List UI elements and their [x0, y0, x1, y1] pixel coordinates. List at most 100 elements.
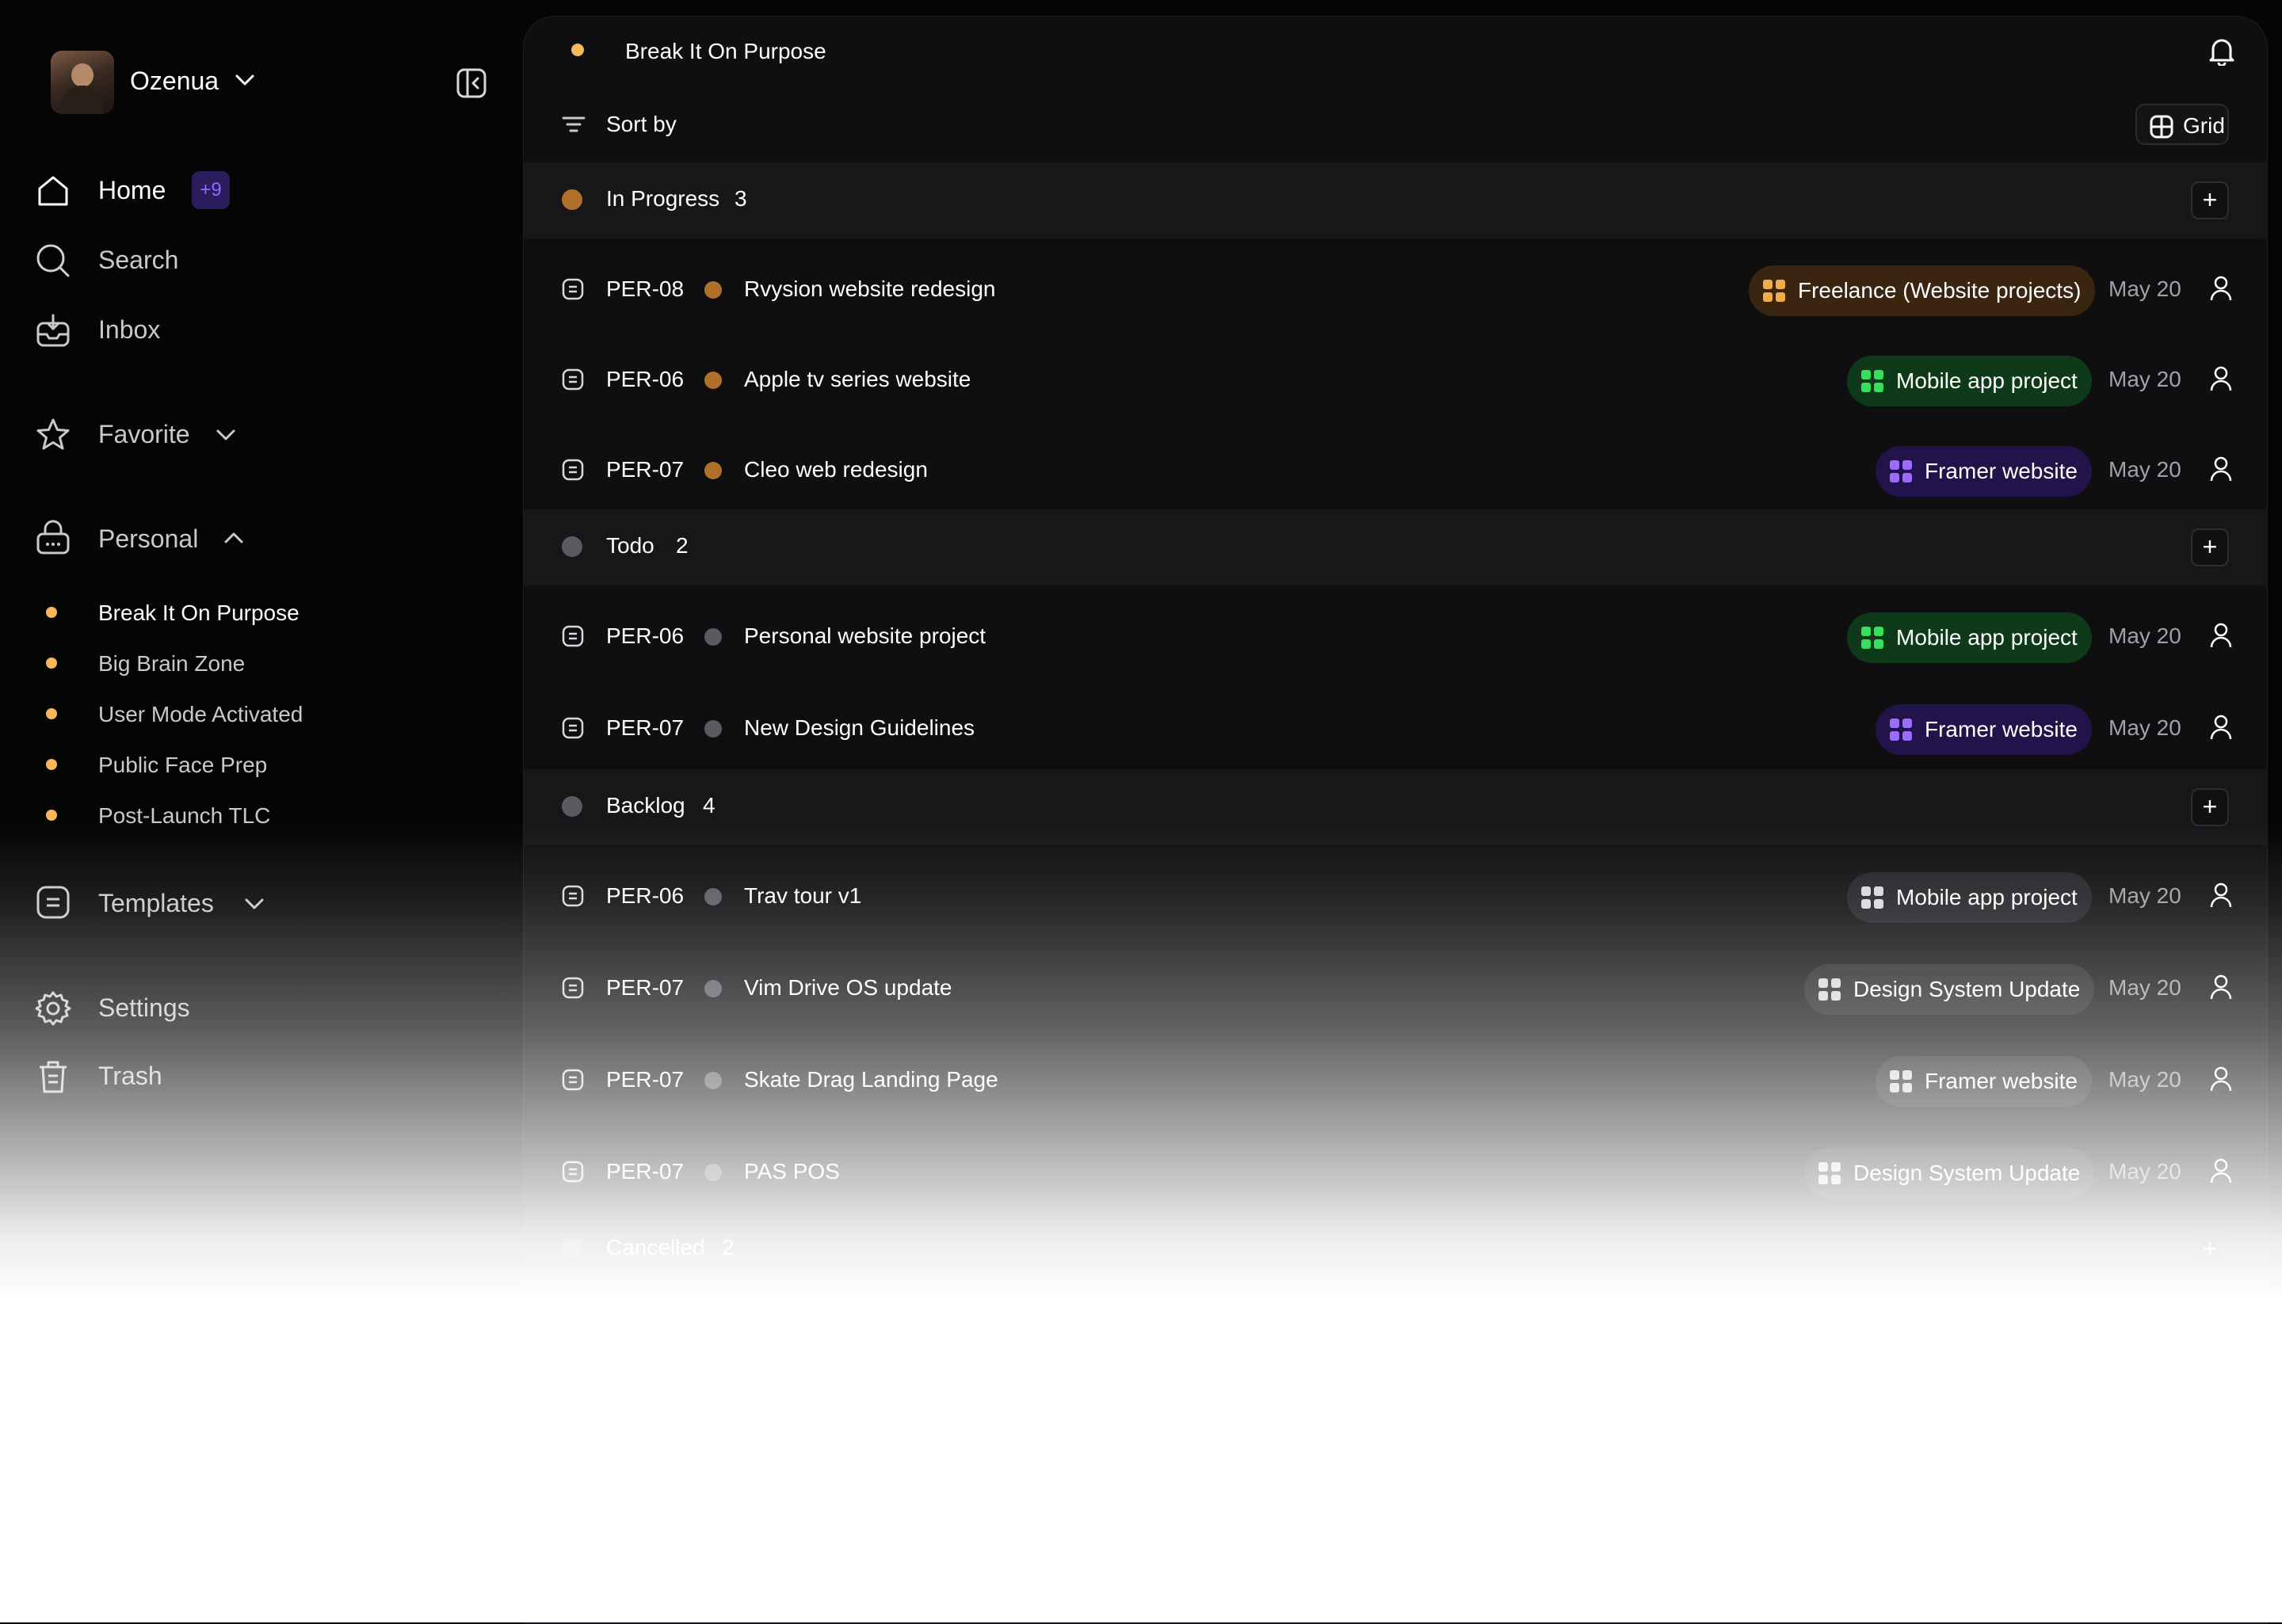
backlog-status-icon[interactable] [704, 888, 722, 905]
sidebar-item-label: Trash [98, 1062, 162, 1090]
main-panel: Break It On Purpose Sort by Grid In Prog… [523, 16, 2268, 1624]
table-row[interactable]: PER-06 Personal website project Mobile a… [524, 593, 2267, 680]
project-tag-label: Freelance (Website projects) [1798, 278, 2082, 303]
user-icon[interactable] [2210, 365, 2232, 392]
project-tag[interactable]: Framer website [1876, 446, 2092, 497]
sidebar-item-label: Search [98, 246, 179, 274]
issue-icon [562, 368, 584, 391]
project-dot-icon [46, 658, 57, 669]
add-issue-button[interactable]: + [2191, 181, 2229, 219]
issue-title: Vim Drive OS update [744, 975, 952, 1000]
chevron-down-icon [245, 898, 264, 909]
project-tag[interactable]: Framer website [1876, 704, 2092, 755]
project-tag[interactable]: Mobile app project [1847, 356, 2092, 406]
issue-title: Cleo web redesign [744, 457, 928, 482]
user-icon[interactable] [2210, 456, 2232, 482]
project-icon [1818, 978, 1841, 1001]
group-count: 2 [722, 1235, 735, 1260]
project-dot-icon [46, 810, 57, 821]
project-tag-label: Framer website [1925, 459, 2078, 483]
issue-icon [562, 977, 584, 999]
issue-id: PER-06 [606, 883, 685, 908]
backlog-status-icon[interactable] [704, 1072, 722, 1089]
table-row[interactable]: PER-07 Skate Drag Landing Page Framer we… [524, 1037, 2267, 1124]
table-row[interactable]: PER-07 Cleo web redesign Framer website … [524, 427, 2267, 514]
star-icon [36, 418, 70, 450]
issue-id: PER-06 [606, 367, 685, 391]
project-tag-label: Framer website [1925, 717, 2078, 741]
group-count: 3 [735, 186, 747, 211]
project-icon [1818, 1162, 1841, 1184]
template-icon [36, 886, 70, 919]
table-row[interactable]: PER-07 Vim Drive OS update Design System… [524, 945, 2267, 1032]
user-icon[interactable] [2210, 1157, 2232, 1184]
workspace-name[interactable]: Ozenua [130, 67, 219, 96]
project-tag[interactable]: Design System Update [1804, 1148, 2095, 1199]
project-icon [1861, 370, 1883, 392]
grid-icon [2150, 115, 2173, 139]
in-progress-status-icon[interactable] [704, 462, 722, 479]
backlog-status-icon[interactable] [704, 1164, 722, 1181]
group-header-todo[interactable]: Todo 2 + [524, 509, 2267, 585]
in-progress-status-icon [562, 189, 582, 210]
backlog-status-icon[interactable] [704, 980, 722, 997]
issue-title: Rvysion website redesign [744, 276, 996, 301]
sidebar-subitem-label: Public Face Prep [98, 753, 268, 777]
project-tag[interactable]: Framer website [1876, 1056, 2092, 1107]
table-row[interactable]: PER-07 New Design Guidelines Framer webs… [524, 685, 2267, 772]
add-issue-button[interactable]: + [2191, 528, 2229, 566]
issue-id: PER-07 [606, 975, 685, 1000]
add-issue-button[interactable]: + [2191, 1230, 2229, 1268]
table-row[interactable]: PER-06 Trav tour v1 Mobile app project M… [524, 853, 2267, 940]
add-issue-button[interactable]: + [2191, 788, 2229, 826]
group-name: Cancelled [606, 1235, 705, 1260]
backlog-status-icon [562, 796, 582, 817]
issue-icon [562, 1069, 584, 1091]
project-tag[interactable]: Mobile app project [1847, 872, 2092, 923]
issue-title: New Design Guidelines [744, 715, 975, 740]
avatar[interactable] [51, 51, 114, 114]
user-icon[interactable] [2210, 882, 2232, 909]
issue-icon [562, 625, 584, 647]
chevron-up-icon [224, 532, 243, 543]
user-icon[interactable] [2210, 974, 2232, 1001]
sidebar-item-label: Favorite [98, 420, 190, 448]
group-header-backlog[interactable]: Backlog 4 + [524, 769, 2267, 845]
user-icon[interactable] [2210, 714, 2232, 741]
chevron-down-icon[interactable] [235, 73, 255, 87]
project-tag[interactable]: Design System Update [1804, 964, 2095, 1015]
issue-id: PER-07 [606, 715, 685, 740]
project-tag[interactable]: Freelance (Website projects) [1749, 265, 2096, 316]
issue-id: PER-07 [606, 1159, 685, 1184]
user-icon[interactable] [2210, 1066, 2232, 1092]
table-row[interactable]: PER-07 PAS POS Design System Update May … [524, 1129, 2267, 1216]
todo-status-icon[interactable] [704, 628, 722, 646]
user-icon[interactable] [2210, 275, 2232, 302]
project-tag-label: Mobile app project [1896, 885, 2078, 909]
issue-title: Personal website project [744, 623, 986, 648]
in-progress-status-icon[interactable] [704, 281, 722, 299]
project-tag[interactable]: Mobile app project [1847, 612, 2092, 663]
group-header-in-progress[interactable]: In Progress 3 + [524, 162, 2267, 238]
in-progress-status-icon[interactable] [704, 372, 722, 389]
sort-icon[interactable] [562, 115, 586, 134]
group-count: 4 [703, 793, 716, 818]
table-row[interactable]: PER-08 Rvysion website redesign Freelanc… [524, 246, 2267, 334]
bell-icon[interactable] [2208, 37, 2235, 66]
project-icon [1890, 1070, 1912, 1092]
due-date: May 20 [2108, 367, 2181, 391]
sidebar-collapse-icon[interactable] [456, 68, 487, 98]
issue-id: PER-07 [606, 457, 685, 482]
issue-icon [562, 459, 584, 481]
due-date: May 20 [2108, 975, 2181, 1000]
view-toggle-button[interactable]: Grid [2135, 104, 2229, 145]
table-row[interactable]: PER-06 Apple tv series website Mobile ap… [524, 337, 2267, 424]
home-icon [38, 176, 68, 206]
issue-icon [562, 717, 584, 739]
project-dot-icon [46, 607, 57, 618]
sort-button[interactable]: Sort by [606, 112, 677, 137]
group-header-cancelled[interactable]: Cancelled 2 + [524, 1211, 2267, 1287]
due-date: May 20 [2108, 715, 2181, 740]
user-icon[interactable] [2210, 622, 2232, 649]
todo-status-icon[interactable] [704, 720, 722, 738]
